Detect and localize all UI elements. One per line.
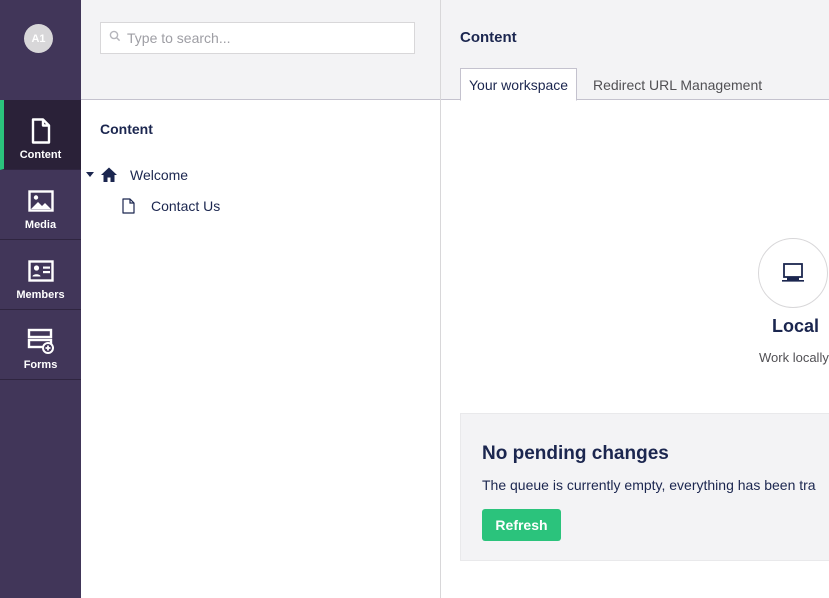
tab-redirect-url-management[interactable]: Redirect URL Management bbox=[585, 68, 770, 101]
pending-message: The queue is currently empty, everything… bbox=[482, 477, 816, 493]
section-label: Members bbox=[16, 289, 65, 301]
tree-node-welcome[interactable]: Welcome bbox=[86, 166, 188, 183]
tree-node-contact-us[interactable]: Contact Us bbox=[122, 198, 220, 214]
search-icon bbox=[109, 29, 121, 47]
search-box[interactable] bbox=[100, 22, 415, 54]
document-icon bbox=[27, 117, 55, 145]
section-label: Content bbox=[19, 149, 62, 161]
pending-changes-panel: No pending changes The queue is currentl… bbox=[460, 413, 829, 561]
page-title: Content bbox=[460, 29, 517, 46]
editor-header: Content Your workspace Redirect URL Mana… bbox=[441, 0, 829, 101]
document-icon bbox=[122, 198, 135, 214]
refresh-button[interactable]: Refresh bbox=[482, 509, 561, 541]
workspace-description: Work locally bbox=[759, 350, 829, 365]
tree-node-label: Contact Us bbox=[151, 198, 221, 214]
tab-your-workspace[interactable]: Your workspace bbox=[460, 68, 578, 101]
section-nav: A1 Content Media Members Forms bbox=[0, 0, 81, 598]
workspace-badge bbox=[758, 238, 828, 308]
section-members[interactable]: Members bbox=[0, 240, 81, 310]
home-icon bbox=[100, 166, 118, 183]
section-content[interactable]: Content bbox=[0, 100, 81, 170]
tree-header bbox=[81, 0, 440, 100]
section-label: Forms bbox=[23, 359, 58, 371]
forms-icon bbox=[27, 327, 55, 355]
user-avatar[interactable]: A1 bbox=[24, 24, 53, 53]
section-forms[interactable]: Forms bbox=[0, 310, 81, 380]
caret-down-icon[interactable] bbox=[86, 172, 94, 177]
workspace-name: Local bbox=[772, 316, 820, 336]
content-tree-panel: Content Welcome Contact Us bbox=[81, 0, 441, 598]
tree-title: Content bbox=[100, 121, 153, 137]
computer-icon bbox=[781, 262, 805, 284]
id-card-icon bbox=[27, 257, 55, 285]
editor-panel: Content Your workspace Redirect URL Mana… bbox=[441, 0, 829, 598]
image-icon bbox=[27, 187, 55, 215]
tree-node-label: Welcome bbox=[130, 166, 189, 183]
section-media[interactable]: Media bbox=[0, 170, 81, 240]
pending-title: No pending changes bbox=[482, 443, 669, 464]
section-label: Media bbox=[24, 219, 57, 231]
search-input[interactable] bbox=[127, 30, 407, 46]
